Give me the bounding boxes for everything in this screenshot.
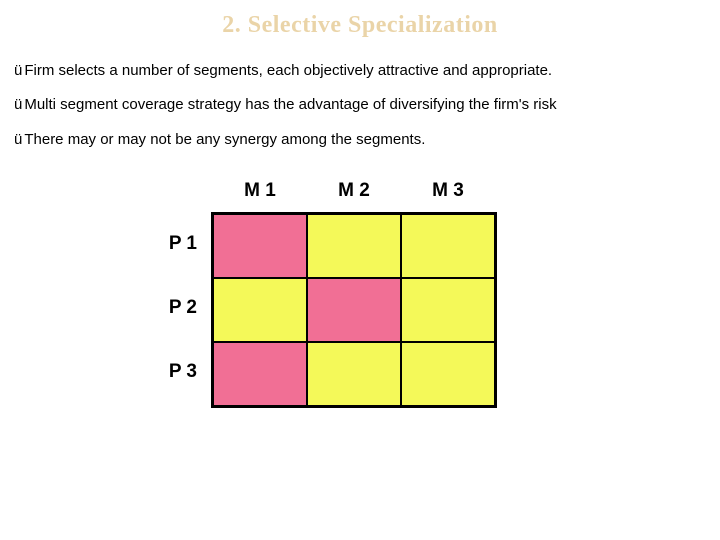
bullet-list: ü Firm selects a number of segments, eac… <box>14 61 706 150</box>
cell-p2-m2 <box>307 278 401 342</box>
cell-p1-m2 <box>307 214 401 278</box>
bullet-item: ü Firm selects a number of segments, eac… <box>14 61 706 81</box>
column-headers: M 1 M 2 M 3 <box>213 180 495 202</box>
cell-p3-m2 <box>307 342 401 406</box>
bullet-text: Firm selects a number of segments, each … <box>24 61 552 81</box>
row-header-p1: P 1 <box>163 212 197 276</box>
check-icon: ü <box>14 130 22 150</box>
matrix-body: P 1 P 2 P 3 <box>163 212 497 408</box>
bullet-text: Multi segment coverage strategy has the … <box>24 95 556 115</box>
cell-p1-m3 <box>401 214 495 278</box>
product-market-matrix: M 1 M 2 M 3 P 1 P 2 P 3 <box>0 180 706 408</box>
col-header-m2: M 2 <box>307 180 401 202</box>
cell-p3-m3 <box>401 342 495 406</box>
bullet-item: ü Multi segment coverage strategy has th… <box>14 95 706 115</box>
bullet-item: ü There may or may not be any synergy am… <box>14 130 706 150</box>
row-header-p2: P 2 <box>163 276 197 340</box>
bullet-text: There may or may not be any synergy amon… <box>24 130 425 150</box>
cell-p2-m3 <box>401 278 495 342</box>
check-icon: ü <box>14 61 22 81</box>
cell-p3-m1 <box>213 342 307 406</box>
cell-p2-m1 <box>213 278 307 342</box>
cell-p1-m1 <box>213 214 307 278</box>
check-icon: ü <box>14 95 22 115</box>
row-header-p3: P 3 <box>163 340 197 404</box>
slide-title: 2. Selective Specialization <box>14 12 706 39</box>
col-header-m3: M 3 <box>401 180 495 202</box>
row-headers: P 1 P 2 P 3 <box>163 212 197 404</box>
matrix-grid <box>211 212 497 408</box>
col-header-m1: M 1 <box>213 180 307 202</box>
